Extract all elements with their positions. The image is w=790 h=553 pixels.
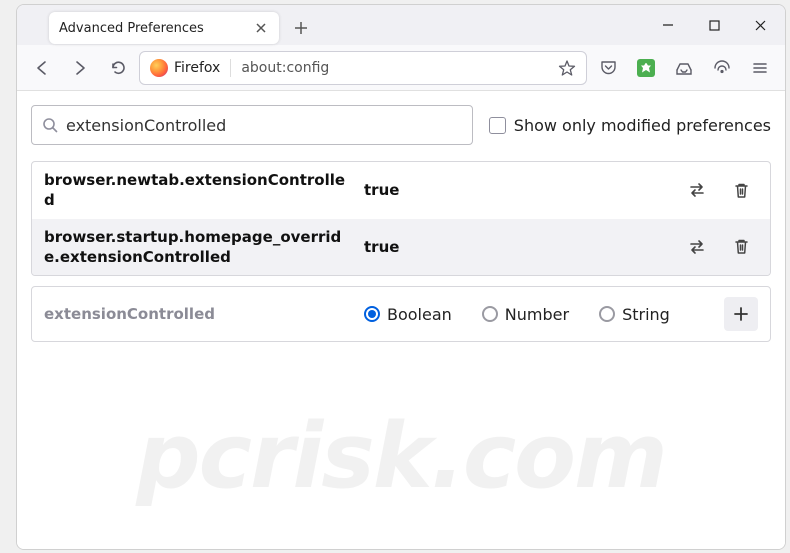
back-button[interactable] [25,51,59,85]
toggle-button[interactable] [680,230,714,264]
show-modified-checkbox[interactable] [489,117,506,134]
radio-dot-icon [599,306,615,322]
browser-tab[interactable]: Advanced Preferences [49,12,279,44]
preference-list: browser.newtab.extensionControlled true … [31,161,771,276]
tab-title: Advanced Preferences [59,21,245,36]
pref-row: browser.startup.homepage_override.extens… [32,219,770,276]
pocket-icon[interactable] [591,51,625,85]
radio-string[interactable]: String [599,305,670,324]
hamburger-menu-icon[interactable] [743,51,777,85]
delete-button[interactable] [724,173,758,207]
search-value: extensionControlled [66,116,226,135]
url-prefix-label: Firefox [174,60,220,76]
pref-value: true [360,238,670,256]
shield-icon[interactable] [705,51,739,85]
new-pref-row: extensionControlled Boolean Number Strin… [31,286,771,342]
firefox-logo-icon [150,59,168,77]
inbox-icon[interactable] [667,51,701,85]
close-tab-icon[interactable] [253,20,269,36]
toggle-button[interactable] [680,173,714,207]
forward-button[interactable] [63,51,97,85]
delete-button[interactable] [724,230,758,264]
radio-dot-icon [364,306,380,322]
radio-number[interactable]: Number [482,305,569,324]
pref-name: browser.newtab.extensionControlled [44,170,350,211]
reload-button[interactable] [101,51,135,85]
minimize-button[interactable] [645,5,691,45]
radio-boolean[interactable]: Boolean [364,305,452,324]
maximize-button[interactable] [691,5,737,45]
radio-dot-icon [482,306,498,322]
show-modified-label: Show only modified preferences [514,116,771,135]
watermark: pcrisk.com [17,404,785,509]
pref-name: browser.startup.homepage_override.extens… [44,227,350,268]
bookmark-star-icon[interactable] [558,59,576,77]
new-tab-button[interactable] [287,14,315,42]
url-text: about:config [241,60,548,76]
close-window-button[interactable] [737,5,783,45]
new-pref-name: extensionControlled [44,305,350,323]
pref-value: true [360,181,670,199]
pref-row: browser.newtab.extensionControlled true [32,162,770,219]
search-input[interactable]: extensionControlled [31,105,473,145]
search-icon [42,117,58,133]
url-bar[interactable]: Firefox about:config [139,51,587,85]
extension-icon[interactable] [629,51,663,85]
add-button[interactable] [724,297,758,331]
